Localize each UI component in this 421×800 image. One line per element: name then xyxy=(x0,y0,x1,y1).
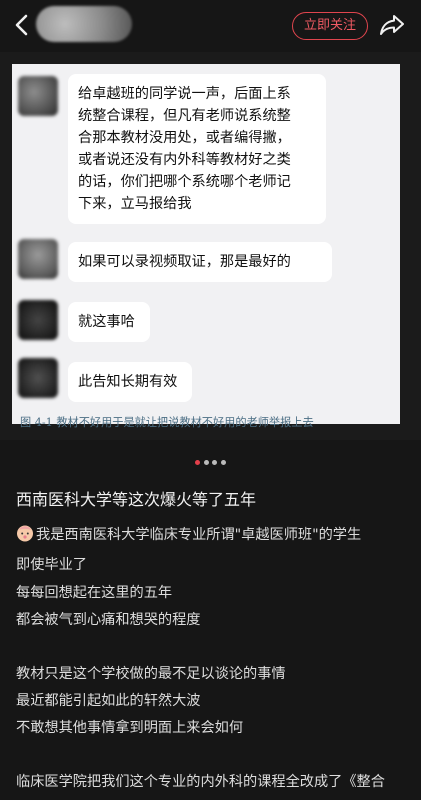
sender-avatar-blurred xyxy=(18,76,58,116)
post-text-line: 不敢想其他事情拿到明面上来会如何 xyxy=(16,720,244,736)
message-bubble: 给卓越班的同学说一声，后面上系 统整合课程，但凡有老师说系统整 合那本教材没用处… xyxy=(68,74,326,224)
figure-caption: 图 4-1 教材不好用于是就让把说教材不好用的老师举报上去 xyxy=(20,416,314,429)
pager-dot[interactable] xyxy=(212,460,218,465)
image-pager xyxy=(0,452,421,465)
top-bar: 立即关注 xyxy=(0,0,421,52)
post-title: 西南医科大学等这次爆火等了五年 xyxy=(16,490,257,509)
sender-avatar-blurred xyxy=(18,300,58,340)
post-text-line: 教材只是这个学校做的最不足以谈论的事情 xyxy=(16,666,286,682)
post-text-line: 都会被气到心痛和想哭的程度 xyxy=(16,612,201,628)
message-bubble: 此告知长期有效 xyxy=(68,362,192,402)
follow-button[interactable]: 立即关注 xyxy=(292,12,368,40)
baby-face-icon xyxy=(17,525,33,542)
chat-screenshot: 给卓越班的同学说一声，后面上系 统整合课程，但凡有老师说系统整 合那本教材没用处… xyxy=(12,64,400,424)
post-text-line: 最近都能引起如此的轩然大波 xyxy=(16,693,201,709)
post-text-line: 每每回想起在这里的五年 xyxy=(16,585,173,601)
pager-dot[interactable] xyxy=(220,460,226,465)
message-bubble: 如果可以录视频取证，那是最好的 xyxy=(68,242,332,282)
pager-dot[interactable] xyxy=(203,460,209,465)
pager-dot[interactable] xyxy=(195,460,201,465)
share-icon[interactable] xyxy=(378,12,406,38)
author-avatar-blurred[interactable] xyxy=(36,6,132,42)
post-image[interactable]: 给卓越班的同学说一声，后面上系 统整合课程，但凡有老师说系统整 合那本教材没用处… xyxy=(0,52,421,440)
post-text-line: 我是西南医科大学临床专业所谓"卓越医师班"的学生 xyxy=(16,524,361,544)
post-text-line: 临床医学院把我们这个专业的内外科的课程全改成了《整合 xyxy=(16,774,385,790)
back-arrow-icon[interactable] xyxy=(8,10,36,40)
sender-avatar-blurred xyxy=(18,239,58,279)
post-text-line: 即使毕业了 xyxy=(16,557,87,573)
sender-avatar-blurred xyxy=(18,358,58,398)
message-bubble: 就这事哈 xyxy=(68,302,150,342)
